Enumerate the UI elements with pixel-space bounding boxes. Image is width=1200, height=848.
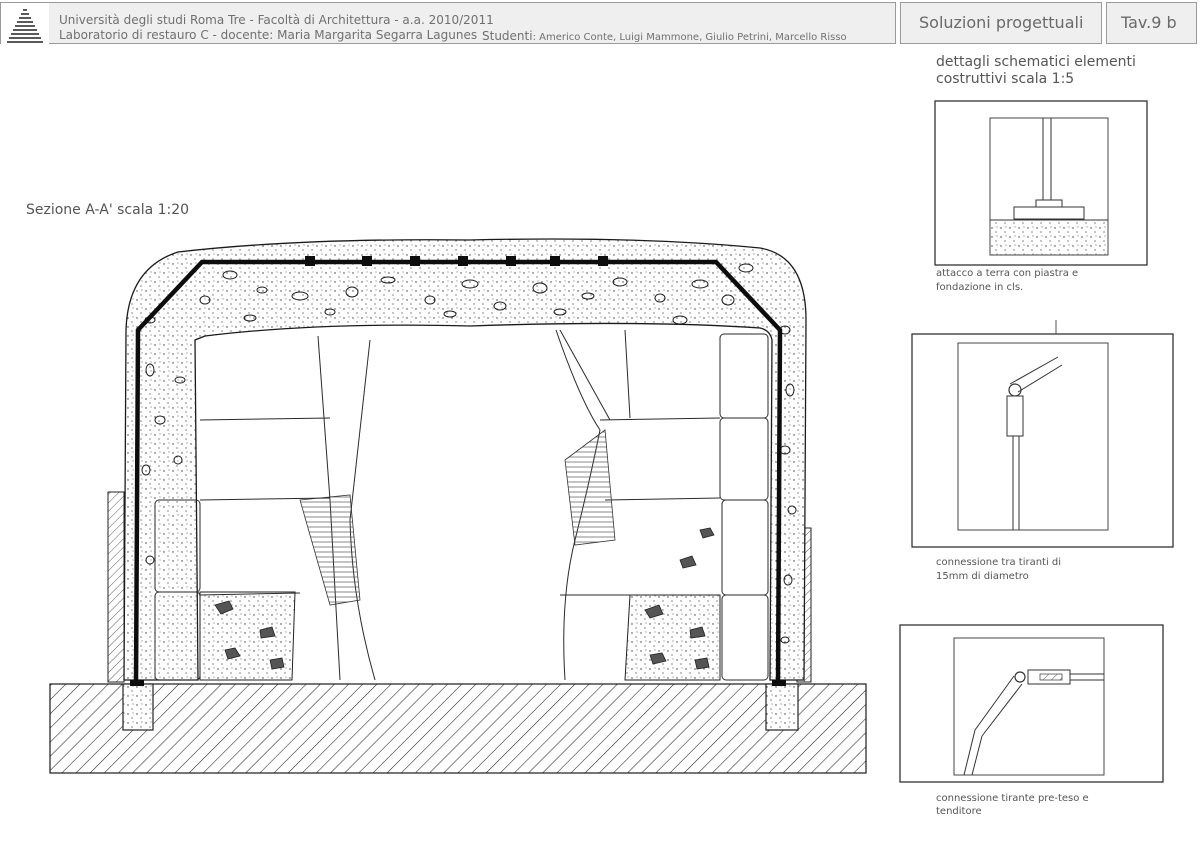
pebbles	[141, 263, 797, 644]
detail-2-rod-connection	[911, 320, 1174, 548]
left-outer-wall	[107, 491, 125, 683]
subject-box: Soluzioni progettuali	[900, 2, 1102, 44]
right-foundation	[765, 683, 799, 731]
section-title: Sezione A-A' scala 1:20	[26, 202, 190, 218]
details-title-line1: dettagli schematici elementi	[936, 54, 1136, 70]
university-logo	[1, 3, 49, 45]
frame-anchors	[130, 256, 786, 686]
title-block: Università degli studi Roma Tre - Facolt…	[0, 2, 896, 45]
detail-2-caption-line2: 15mm di diametro	[936, 571, 1029, 582]
stone-blocks	[154, 329, 769, 681]
students-label: Studenti	[482, 29, 533, 43]
university-line: Università degli studi Roma Tre - Facolt…	[59, 13, 494, 27]
lab-line: Laboratorio di restauro C - docente: Mar…	[59, 28, 478, 42]
detail-1-ground-anchor	[934, 100, 1148, 266]
tav-box: Tav.9 b	[1106, 2, 1197, 44]
section-drawing	[49, 100, 1174, 783]
tav-number: Tav.9 b	[1121, 13, 1177, 32]
detail-3-caption-line1: connessione tirante pre-teso e	[936, 793, 1089, 804]
detail-1-caption-line1: attacco a terra con piastra e	[936, 268, 1079, 279]
subject-title: Soluzioni progettuali	[919, 13, 1084, 32]
ground-section	[49, 683, 867, 774]
detail-3-turnbuckle	[899, 624, 1164, 783]
conglomerate-arch	[123, 238, 807, 681]
detail-3-caption-line2: tenditore	[936, 806, 982, 817]
details-title-line2: costruttivi scala 1:5	[936, 71, 1075, 87]
students-names: : Americo Conte, Luigi Mammone, Giulio P…	[532, 32, 847, 43]
detail-1-caption-line2: fondazione in cls.	[936, 282, 1024, 293]
detail-2-caption-line1: connessione tra tiranti di	[936, 557, 1062, 568]
steel-frame	[133, 259, 783, 685]
students-line: Studenti: Americo Conte, Luigi Mammone, …	[482, 29, 847, 43]
left-foundation	[122, 683, 154, 731]
right-outer-wall	[796, 527, 812, 683]
